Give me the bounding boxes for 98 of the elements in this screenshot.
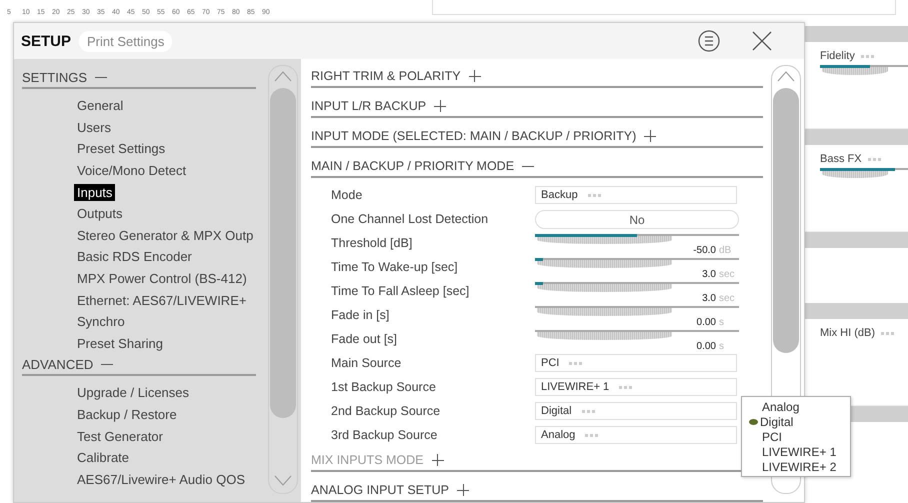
section-title: ANALOG INPUT SETUP <box>311 483 449 497</box>
more-icon[interactable] <box>619 386 632 388</box>
sidebar-item[interactable]: Preset Sharing <box>74 334 166 352</box>
sidebar-item[interactable]: Users <box>74 118 114 136</box>
sidebar-item[interactable]: Preset Settings <box>74 140 168 158</box>
section-title: INPUT MODE (SELECTED: MAIN / BACKUP / PRIORITY) <box>311 129 636 143</box>
value-reading: -50.0 <box>693 245 716 256</box>
list-icon[interactable] <box>698 30 720 52</box>
sidebar-item[interactable]: Voice/Mono Detect <box>74 162 190 180</box>
scrollbar[interactable] <box>268 65 298 494</box>
close-icon[interactable] <box>750 29 774 53</box>
plus-icon[interactable] <box>434 100 446 112</box>
section-header[interactable]: ANALOG INPUT SETUP <box>311 480 763 502</box>
section-header[interactable]: INPUT MODE (SELECTED: MAIN / BACKUP / PRIORITY) <box>311 126 763 148</box>
unit-label: sec <box>719 293 736 304</box>
section-title: MIX INPUTS MODE <box>311 453 424 467</box>
slider[interactable] <box>535 306 739 318</box>
dropdown-field[interactable]: PCI <box>535 354 737 372</box>
dropdown-field[interactable]: LIVEWIRE+ 1 <box>535 378 737 396</box>
dialog-title: SETUP <box>21 32 72 50</box>
field-label: Threshold [dB] <box>331 235 414 250</box>
sidebar-item[interactable]: MPX Power Control (BS-412) <box>74 270 250 288</box>
control-label: Mix HI (dB) <box>820 327 875 339</box>
slider[interactable] <box>535 258 739 270</box>
field-value: PCI <box>541 357 560 369</box>
dropdown-option[interactable]: PCI <box>762 430 782 444</box>
print-settings-tab[interactable]: Print Settings <box>79 30 172 52</box>
dropdown-option[interactable]: Analog <box>762 400 800 414</box>
dropdown-field[interactable]: Digital <box>535 402 737 420</box>
unit-label: sec <box>719 269 736 280</box>
sidebar-item[interactable]: Inputs <box>74 184 116 201</box>
sidebar-item[interactable]: General <box>74 97 126 114</box>
toggle-button[interactable]: No <box>535 210 739 229</box>
sidebar-item[interactable]: Ethernet: AES67/LIVEWIRE+ <box>74 292 250 309</box>
more-icon[interactable] <box>585 434 598 436</box>
sidebar-item[interactable]: Backup / Restore <box>74 406 180 424</box>
plus-icon[interactable] <box>468 70 481 82</box>
section-header[interactable]: RIGHT TRIM & POLARITY <box>311 66 763 88</box>
more-icon[interactable] <box>582 410 595 412</box>
value-reading: 0.00 <box>696 317 716 328</box>
section-header[interactable]: SETTINGS <box>22 67 256 89</box>
more-icon[interactable] <box>881 332 894 334</box>
field-label: One Channel Lost Detection <box>331 211 490 226</box>
scrollbar-thumb[interactable] <box>270 88 296 418</box>
control-label: Bass FX <box>820 153 862 165</box>
sidebar-item[interactable]: Stereo Generator & MPX Outp <box>74 226 256 244</box>
sidebar-item[interactable]: Synchro <box>74 313 128 330</box>
sidebar-item[interactable]: Test Generator <box>74 428 166 445</box>
more-icon[interactable] <box>588 194 601 196</box>
plus-icon[interactable] <box>644 130 656 142</box>
more-icon[interactable] <box>569 362 582 364</box>
dropdown-field[interactable]: Analog <box>535 426 737 444</box>
control-label: Fidelity <box>820 50 855 62</box>
sidebar-item[interactable]: AES67/Livewire+ Audio QOS <box>74 470 248 488</box>
field-label: Time To Wake-up [sec] <box>331 259 459 274</box>
field-value: Digital <box>541 405 572 417</box>
section-title: RIGHT TRIM & POLARITY <box>311 69 461 83</box>
field-label: Time To Fall Asleep [sec] <box>331 283 470 298</box>
sidebar-item[interactable]: Upgrade / Licenses <box>74 384 192 402</box>
sidebar-item[interactable]: Outputs <box>74 205 126 222</box>
value-reading: 3.0 <box>702 293 716 304</box>
field-value: Backup <box>541 189 578 201</box>
dropdown-option[interactable]: Digital <box>760 414 794 428</box>
slider[interactable] <box>535 282 739 294</box>
field-label: Mode <box>331 187 364 202</box>
field-label: 2nd Backup Source <box>331 403 442 418</box>
scrollbar-thumb[interactable] <box>773 88 799 353</box>
unit-label: s <box>719 317 725 328</box>
section-title: ADVANCED <box>22 356 94 372</box>
slider[interactable] <box>535 234 739 246</box>
section-header[interactable]: ADVANCED <box>22 354 256 376</box>
unit-label: dB <box>719 245 732 256</box>
field-label: Main Source <box>331 355 402 370</box>
more-icon[interactable] <box>868 158 881 160</box>
dropdown-field[interactable]: Backup <box>535 186 737 204</box>
section-title: MAIN / BACKUP / PRIORITY MODE <box>311 159 514 173</box>
unit-label: s <box>719 341 725 352</box>
field-value: Analog <box>541 429 576 441</box>
section-title: INPUT L/R BACKUP <box>311 99 426 113</box>
dropdown-option[interactable]: LIVEWIRE+ 1 <box>762 444 836 458</box>
section-header[interactable]: INPUT L/R BACKUP <box>311 96 763 118</box>
field-label: Fade in [s] <box>331 307 390 322</box>
slider[interactable] <box>535 330 739 342</box>
plus-icon[interactable] <box>432 454 444 466</box>
plus-icon[interactable] <box>457 484 469 496</box>
value-reading: 0.00 <box>696 341 716 352</box>
value-reading: 3.0 <box>702 269 716 280</box>
text-field[interactable] <box>432 0 896 15</box>
field-label: 1st Backup Source <box>331 379 437 394</box>
section-title: SETTINGS <box>22 70 88 84</box>
sidebar-item[interactable]: Basic RDS Encoder <box>74 248 195 266</box>
field-label: 3rd Backup Source <box>331 427 438 442</box>
section-header[interactable]: MAIN / BACKUP / PRIORITY MODE <box>311 156 763 178</box>
more-icon[interactable] <box>860 54 874 58</box>
sidebar-item[interactable]: Calibrate <box>74 449 132 466</box>
field-value: LIVEWIRE+ 1 <box>541 381 610 393</box>
dropdown-option[interactable]: LIVEWIRE+ 2 <box>762 460 836 474</box>
field-label: Fade out [s] <box>331 331 398 346</box>
